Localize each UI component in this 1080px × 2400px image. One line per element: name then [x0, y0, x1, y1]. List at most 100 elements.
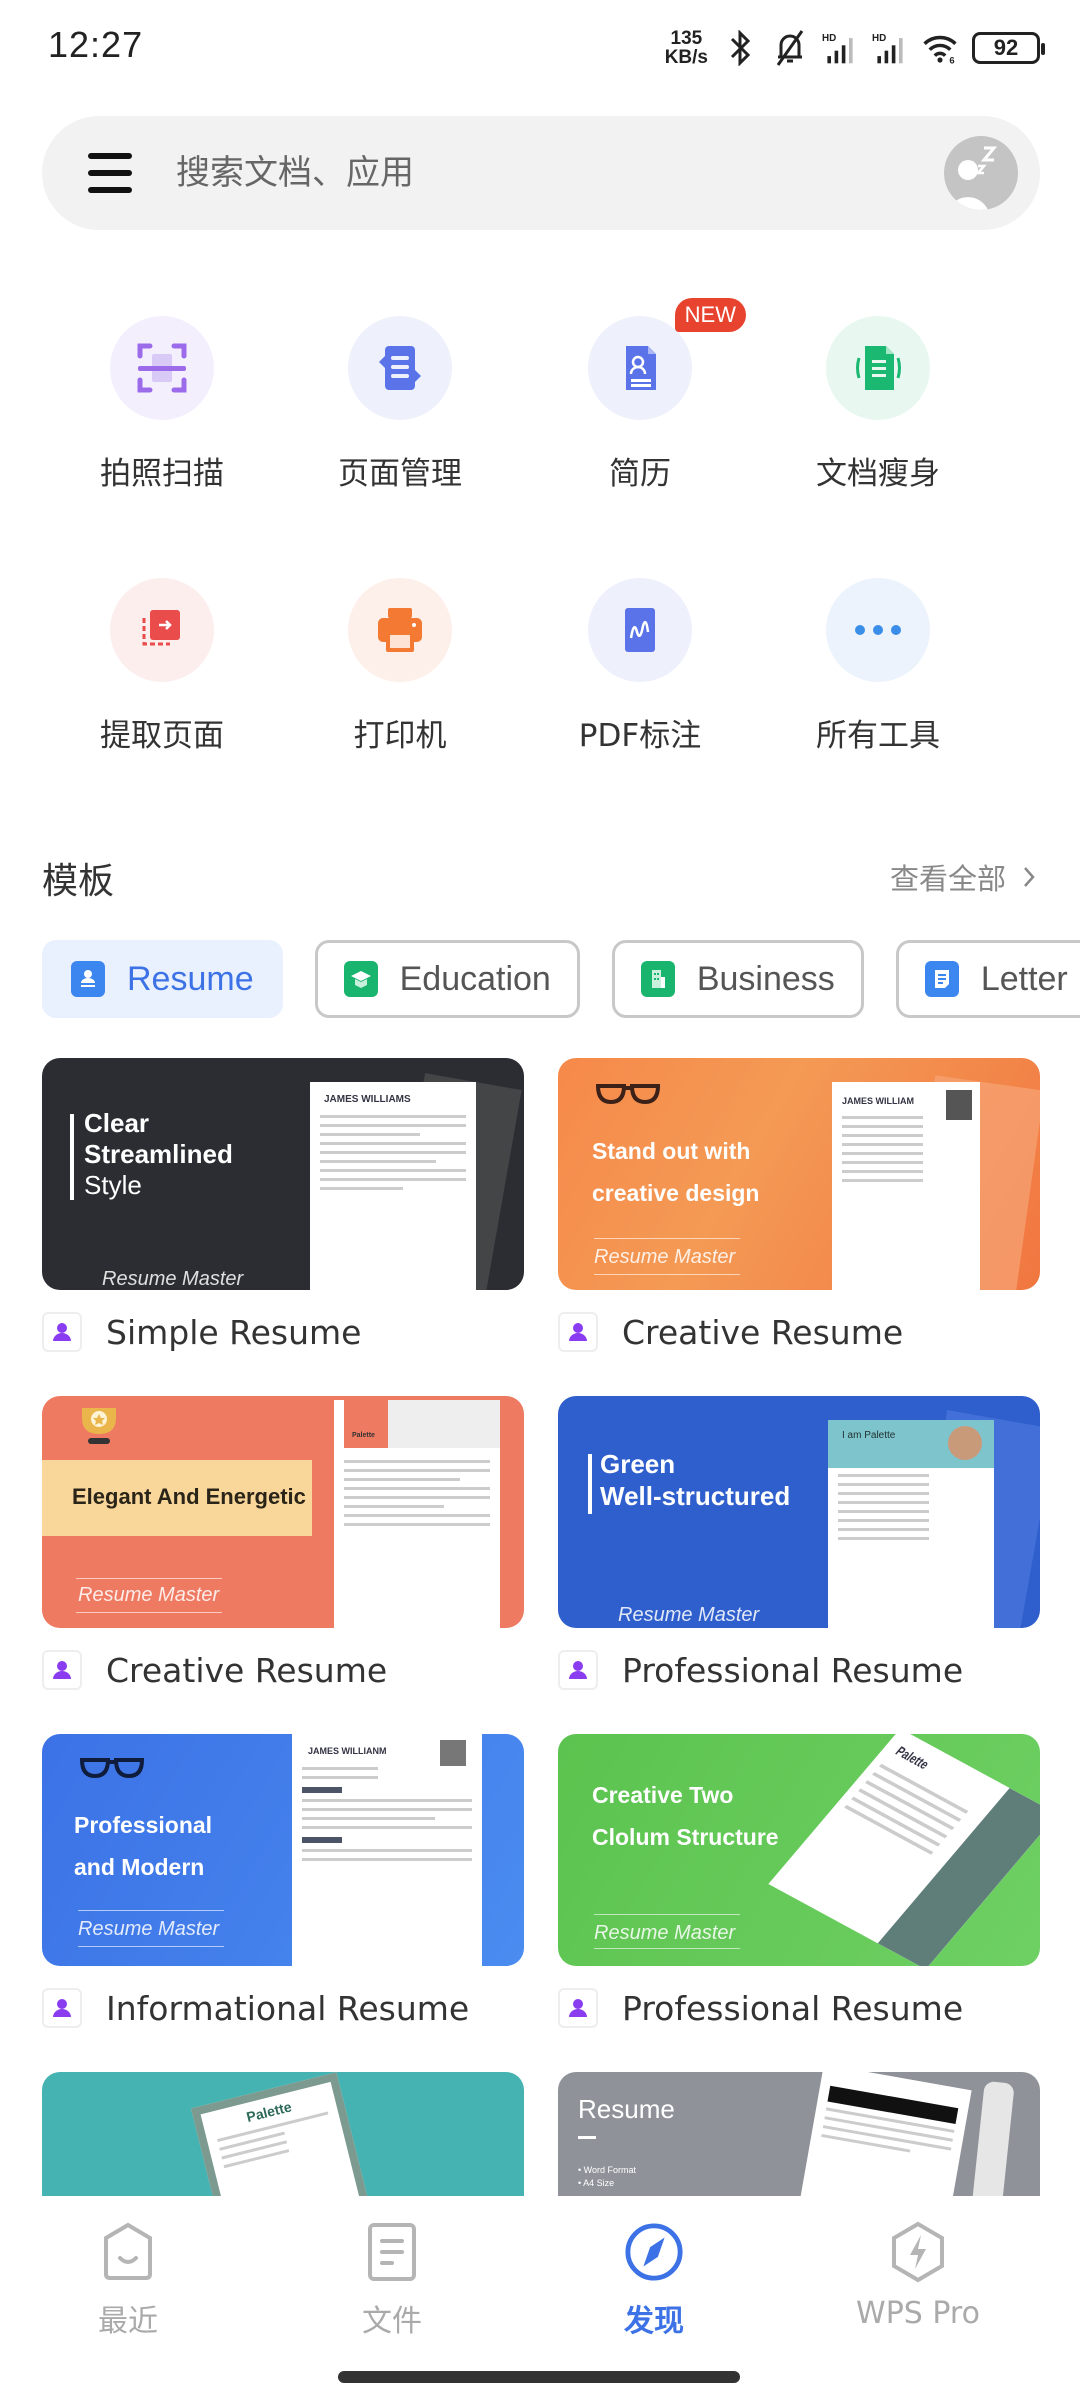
hamburger-menu-icon[interactable] [88, 153, 132, 193]
tool-label: 提取页面 [100, 718, 224, 754]
tool-printer[interactable]: 打印机 [290, 578, 510, 755]
compass-icon [624, 2220, 684, 2284]
banner-line: Elegant And Energetic [72, 1484, 306, 1509]
search-input[interactable] [176, 153, 876, 193]
hd-signal-icon: HD [872, 28, 908, 68]
resume-preview: Palette [334, 1400, 500, 1628]
nav-label: 文件 [362, 2304, 422, 2339]
files-icon [362, 2220, 422, 2284]
template-card[interactable]: Palette [42, 2072, 524, 2196]
nav-label: WPS Pro [856, 2296, 980, 2331]
resume-preview: I am Palette [828, 1420, 994, 1628]
resume-preview: JAMES WILLIAMS [310, 1082, 476, 1290]
template-card[interactable]: Stand out with creative design Resume Ma… [558, 1058, 1040, 1352]
template-title: Professional Resume [622, 1988, 964, 2028]
silent-bell-icon [772, 28, 808, 68]
tool-label: 打印机 [353, 718, 447, 754]
tool-pdf-annotate[interactable]: PDF标注 [530, 578, 750, 755]
nav-tab-discover[interactable]: 发现 [554, 2220, 754, 2340]
bullet-line: • Word Format [578, 2165, 636, 2175]
glasses-icon [79, 1758, 145, 1779]
tool-scan[interactable]: 拍照扫描 [52, 316, 272, 493]
status-icons: 135 KB/s HD HD 6 92 [665, 24, 1045, 72]
tool-all-tools[interactable]: 所有工具 [768, 578, 988, 755]
banner-line: Professional [74, 1812, 213, 1838]
nav-label: 最近 [98, 2304, 158, 2339]
tool-label: 所有工具 [816, 718, 940, 754]
banner-line: creative design [592, 1180, 760, 1206]
template-card[interactable]: Creative Two Clolum Structure Resume Mas… [558, 1734, 1040, 2028]
brand-label: Resume Master [594, 1922, 736, 1944]
banner-line: Green [600, 1449, 676, 1479]
letter-icon [924, 961, 959, 997]
tool-doc-slim[interactable]: 文档瘦身 [768, 316, 988, 493]
status-time: 12:27 [48, 24, 144, 65]
resume-preview: Palette [768, 1734, 1040, 1966]
chip-business[interactable]: Business [611, 940, 864, 1018]
recent-icon [98, 2220, 158, 2284]
chip-letter[interactable]: Letter [895, 940, 1080, 1018]
network-speed-unit: KB/s [664, 47, 708, 68]
banner-line: Well-structured [600, 1481, 791, 1511]
user-icon [558, 1650, 598, 1690]
template-thumbnail: Palette [42, 2072, 524, 2196]
user-icon [42, 1312, 82, 1352]
svg-text:HD: HD [872, 33, 886, 44]
graduation-cap-icon [343, 961, 378, 997]
brand-label: Resume Master [594, 1246, 736, 1268]
resume-preview: JAMES WILLIANM [292, 1734, 482, 1966]
printer-icon [348, 578, 452, 682]
template-category-chips: Resume Education Business Letter [42, 940, 1080, 1018]
tool-resume[interactable]: NEW 简历 [530, 298, 750, 493]
template-thumbnail: Professional and Modern Resume Master JA… [42, 1734, 524, 1966]
template-thumbnail: Green Well-structured Resume Master I am… [558, 1396, 1040, 1628]
hd-signal-icon: HD [822, 28, 858, 68]
search-bar[interactable] [42, 116, 1040, 230]
template-thumbnail: Stand out with creative design Resume Ma… [558, 1058, 1040, 1290]
template-thumbnail: Clear Streamlined Style Resume Master JA… [42, 1058, 524, 1290]
tool-label: PDF标注 [578, 718, 702, 754]
template-card[interactable]: Resume • Word Format • A4 Size [558, 2072, 1040, 2196]
template-card[interactable]: Elegant And Energetic Resume Master Pale… [42, 1396, 524, 1690]
glasses-icon [595, 1084, 661, 1105]
view-all-link[interactable]: 查看全部 [890, 856, 1036, 898]
view-all-label: 查看全部 [889, 862, 1006, 896]
building-icon [640, 961, 675, 997]
trophy-icon [82, 1408, 116, 1444]
network-speed: 135 KB/s [665, 29, 708, 67]
svg-text:HD: HD [822, 33, 836, 44]
nav-tab-wps-pro[interactable]: WPS Pro [818, 2220, 1018, 2331]
user-icon [42, 1650, 82, 1690]
resume-icon: NEW [588, 298, 746, 420]
chip-label: Letter [980, 959, 1068, 998]
new-badge: NEW [674, 298, 746, 332]
user-avatar[interactable] [944, 136, 1018, 210]
template-thumbnail: Elegant And Energetic Resume Master Pale… [42, 1396, 524, 1628]
chip-education[interactable]: Education [314, 940, 580, 1018]
template-title: Simple Resume [106, 1312, 362, 1352]
tool-label: 页面管理 [338, 456, 462, 492]
template-card[interactable]: Green Well-structured Resume Master I am… [558, 1396, 1040, 1690]
resume-preview: JAMES WILLIAM [832, 1082, 980, 1290]
more-icon [826, 578, 930, 682]
template-card[interactable]: Professional and Modern Resume Master JA… [42, 1734, 524, 2028]
bluetooth-icon [722, 28, 758, 68]
template-thumbnail: Creative Two Clolum Structure Resume Mas… [558, 1734, 1040, 1966]
tool-page-manage[interactable]: 页面管理 [290, 316, 510, 493]
template-title: Creative Resume [106, 1650, 388, 1690]
scan-icon [110, 316, 214, 420]
user-icon [558, 1988, 598, 2028]
template-card[interactable]: Clear Streamlined Style Resume Master JA… [42, 1058, 524, 1352]
page-manage-icon [348, 316, 452, 420]
tool-extract-page[interactable]: 提取页面 [52, 578, 272, 755]
home-indicator[interactable] [338, 2371, 740, 2383]
wifi-6-icon: 6 [922, 28, 958, 68]
user-icon [558, 1312, 598, 1352]
resume-preview [794, 2072, 972, 2196]
status-bar: 12:27 135 KB/s HD HD 6 92 [0, 0, 1080, 96]
nav-tab-recent[interactable]: 最近 [28, 2220, 228, 2340]
chip-label: Education [399, 959, 551, 998]
tool-label: 简历 [609, 456, 671, 492]
chip-resume[interactable]: Resume [42, 940, 283, 1018]
nav-tab-files[interactable]: 文件 [292, 2220, 492, 2340]
